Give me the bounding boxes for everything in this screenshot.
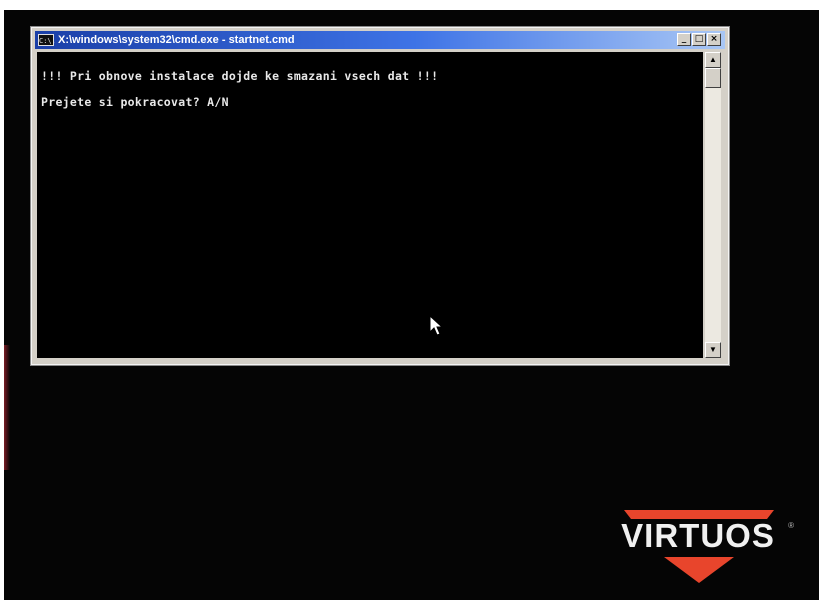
minimize-button[interactable]: _ [677,33,691,46]
scroll-down-button[interactable]: ▼ [705,342,721,358]
desktop-screen: C:\. X:\windows\system32\cmd.exe - start… [4,10,819,600]
console-warning-line: !!! Pri obnove instalace dojde ke smazan… [41,69,439,83]
title-bar[interactable]: C:\. X:\windows\system32\cmd.exe - start… [35,31,725,49]
cmd-window-icon[interactable]: C:\. [38,34,56,46]
maximize-button[interactable]: □ [692,33,706,46]
edge-glow [4,345,10,470]
console-area[interactable]: !!! Pri obnove instalace dojde ke smazan… [37,52,703,358]
mouse-pointer-icon [429,315,444,336]
virtuos-logo: VIRTUOS ® [598,495,798,585]
console-prompt-line: Prejete si pokracovat? A/N [41,95,229,109]
logo-brand-text: VIRTUOS [621,517,775,554]
window-title: X:\windows\system32\cmd.exe - startnet.c… [58,34,295,46]
window-controls: _ □ × [677,33,721,46]
registered-mark: ® [788,521,794,530]
scroll-thumb[interactable] [705,68,721,88]
cmd-window[interactable]: C:\. X:\windows\system32\cmd.exe - start… [31,27,729,365]
scroll-up-button[interactable]: ▲ [705,52,721,68]
vertical-scrollbar[interactable]: ▲ ▼ [705,52,721,358]
close-button[interactable]: × [707,33,721,46]
